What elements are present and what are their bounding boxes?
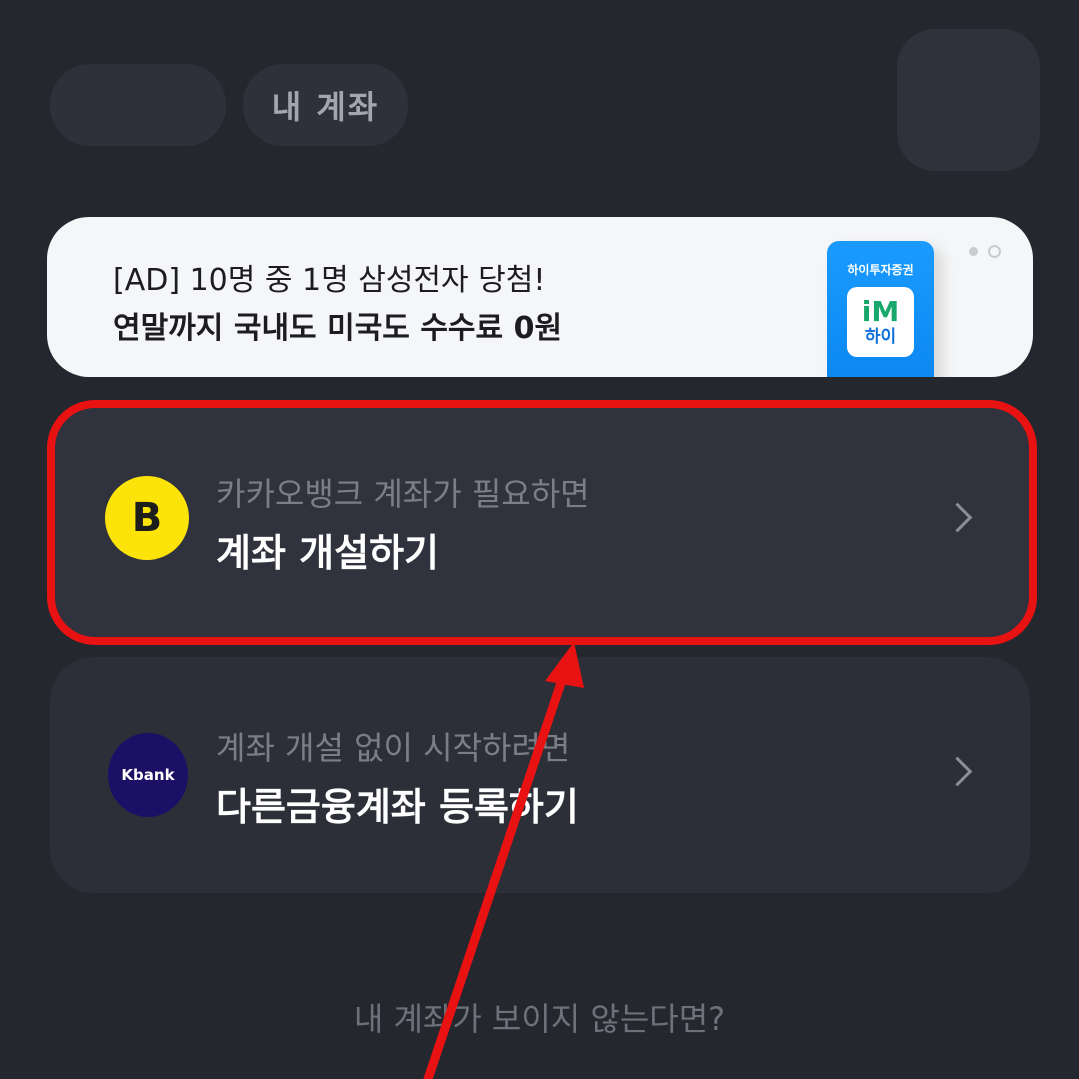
ad-subheadline: 연말까지 국내도 미국도 수수료 0원 bbox=[113, 311, 563, 346]
card-title: 다른금융계좌 등록하기 bbox=[216, 785, 579, 829]
im-logo-icon: iM 하이 bbox=[847, 287, 914, 357]
open-account-card[interactable]: B 카카오뱅크 계좌가 필요하면 계좌 개설하기 bbox=[50, 403, 1030, 639]
card-subtitle: 계좌 개설 없이 시작하려면 bbox=[216, 729, 571, 767]
chevron-right-icon bbox=[942, 756, 973, 787]
ad-headline: [AD] 10명 중 1명 삼성전자 당첨! bbox=[113, 263, 546, 298]
card-subtitle: 카카오뱅크 계좌가 필요하면 bbox=[216, 475, 590, 513]
ad-phone-image: 하이투자증권 iM 하이 bbox=[827, 241, 934, 377]
ad-brand-label: 하이투자증권 bbox=[847, 263, 914, 277]
carousel-dot bbox=[988, 245, 1001, 258]
account-not-visible-link[interactable]: 내 계좌가 보이지 않는다면? bbox=[0, 994, 1079, 1040]
register-account-card[interactable]: Kbank 계좌 개설 없이 시작하려면 다른금융계좌 등록하기 bbox=[50, 657, 1030, 893]
chevron-right-icon bbox=[942, 502, 973, 533]
ad-banner[interactable]: [AD] 10명 중 1명 삼성전자 당첨! 연말까지 국내도 미국도 수수료 … bbox=[47, 217, 1033, 377]
kakaobank-icon: B bbox=[105, 476, 189, 560]
kbank-icon: Kbank bbox=[108, 733, 188, 817]
tab-blank[interactable] bbox=[50, 64, 226, 146]
profile-button[interactable] bbox=[897, 29, 1040, 171]
tab-my-account[interactable]: 내 계좌 bbox=[243, 64, 408, 146]
carousel-dot-active bbox=[969, 247, 978, 256]
card-title: 계좌 개설하기 bbox=[216, 531, 439, 575]
